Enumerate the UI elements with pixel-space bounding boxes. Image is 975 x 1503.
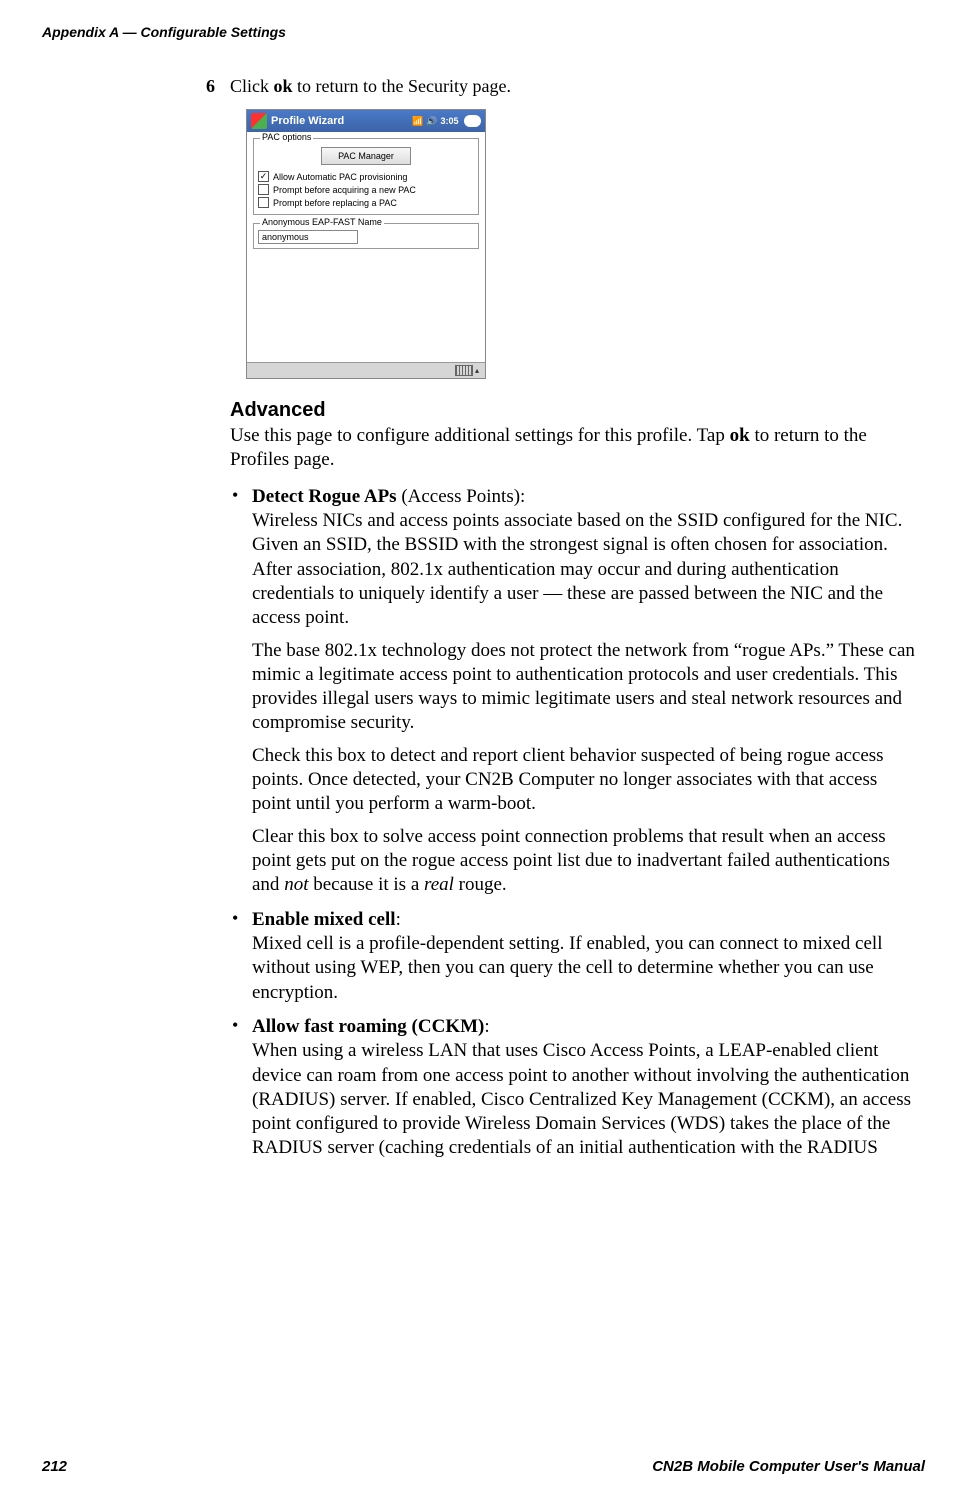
step-number: 6: [206, 76, 215, 97]
clock: 3:05: [440, 116, 458, 126]
prompt-acquire-row[interactable]: Prompt before acquiring a new PAC: [258, 184, 474, 195]
signal-icon: 📶: [412, 116, 423, 127]
allow-auto-pac-label: Allow Automatic PAC provisioning: [273, 172, 407, 182]
profile-wizard-screenshot: Profile Wizard 📶 🔊 3:05 ok PAC options P…: [246, 109, 486, 379]
keyboard-arrow-icon[interactable]: ▴: [475, 366, 479, 375]
advanced-bullets: Detect Rogue APs (Access Points): Wirele…: [230, 485, 915, 1161]
sip-bar: ▴: [247, 362, 485, 378]
mixed-cell-title: Enable mixed cell: [252, 909, 396, 930]
prompt-replace-checkbox[interactable]: [258, 197, 269, 208]
allow-auto-pac-row[interactable]: ✓ Allow Automatic PAC provisioning: [258, 171, 474, 182]
pac-manager-button[interactable]: PAC Manager: [321, 147, 411, 165]
pac-options-fieldset: PAC options PAC Manager ✓ Allow Automati…: [253, 138, 479, 215]
page-footer: 212 CN2B Mobile Computer User's Manual: [42, 1458, 925, 1475]
anonymous-name-legend: Anonymous EAP-FAST Name: [260, 217, 384, 227]
bullet-detect-rogue: Detect Rogue APs (Access Points): Wirele…: [230, 485, 915, 898]
advanced-intro: Use this page to configure additional se…: [230, 424, 915, 473]
fast-roaming-title: Allow fast roaming (CCKM): [252, 1016, 484, 1037]
step-6: 6 Click ok to return to the Security pag…: [230, 76, 915, 97]
windows-start-icon[interactable]: [251, 113, 267, 129]
bullet-mixed-cell: Enable mixed cell: Mixed cell is a profi…: [230, 908, 915, 1005]
advanced-intro-pre: Use this page to configure additional se…: [230, 425, 730, 446]
detect-rogue-p3: Check this box to detect and report clie…: [252, 744, 915, 817]
advanced-intro-ok: ok: [730, 425, 750, 446]
step-suffix: to return to the Security page.: [293, 76, 511, 96]
prompt-acquire-checkbox[interactable]: [258, 184, 269, 195]
anonymous-name-fieldset: Anonymous EAP-FAST Name anonymous: [253, 223, 479, 249]
prompt-replace-row[interactable]: Prompt before replacing a PAC: [258, 197, 474, 208]
allow-auto-pac-checkbox[interactable]: ✓: [258, 171, 269, 182]
running-header: Appendix A — Configurable Settings: [0, 0, 975, 40]
advanced-heading: Advanced: [230, 399, 915, 422]
page-number: 212: [42, 1458, 67, 1475]
anonymous-name-input[interactable]: anonymous: [258, 230, 358, 244]
bullet-fast-roaming: Allow fast roaming (CCKM): When using a …: [230, 1015, 915, 1161]
detect-rogue-p1: Wireless NICs and access points associat…: [252, 510, 902, 628]
mixed-cell-title-suffix: :: [396, 909, 401, 930]
detect-rogue-p4-post: rouge.: [454, 874, 507, 895]
main-content: 6 Click ok to return to the Security pag…: [230, 76, 915, 1161]
window-title: Profile Wizard: [271, 115, 344, 127]
manual-title: CN2B Mobile Computer User's Manual: [652, 1458, 925, 1475]
detect-rogue-title: Detect Rogue APs: [252, 486, 397, 507]
detect-rogue-p2: The base 802.1x technology does not prot…: [252, 639, 915, 736]
detect-rogue-p4-not: not: [284, 874, 308, 895]
mixed-cell-p1: Mixed cell is a profile-dependent settin…: [252, 933, 882, 1003]
step-prefix: Click: [230, 76, 274, 96]
keyboard-icon[interactable]: [455, 365, 473, 376]
step-bold-ok: ok: [274, 76, 293, 96]
ok-button[interactable]: ok: [464, 115, 481, 127]
detect-rogue-p4-real: real: [424, 874, 454, 895]
pac-options-legend: PAC options: [260, 132, 313, 142]
prompt-acquire-label: Prompt before acquiring a new PAC: [273, 185, 416, 195]
detect-rogue-p4-mid: because it is a: [308, 874, 424, 895]
detect-rogue-title-suffix: (Access Points):: [397, 486, 526, 507]
fast-roaming-p1: When using a wireless LAN that uses Cisc…: [252, 1040, 911, 1158]
fast-roaming-title-suffix: :: [484, 1016, 489, 1037]
prompt-replace-label: Prompt before replacing a PAC: [273, 198, 397, 208]
speaker-icon: 🔊: [426, 116, 437, 127]
step-text: Click ok to return to the Security page.: [230, 76, 511, 96]
system-tray: 📶 🔊 3:05 ok: [412, 115, 481, 127]
dialog-body: PAC options PAC Manager ✓ Allow Automati…: [247, 132, 485, 362]
detect-rogue-p4: Clear this box to solve access point con…: [252, 825, 915, 898]
titlebar: Profile Wizard 📶 🔊 3:05 ok: [247, 110, 485, 132]
